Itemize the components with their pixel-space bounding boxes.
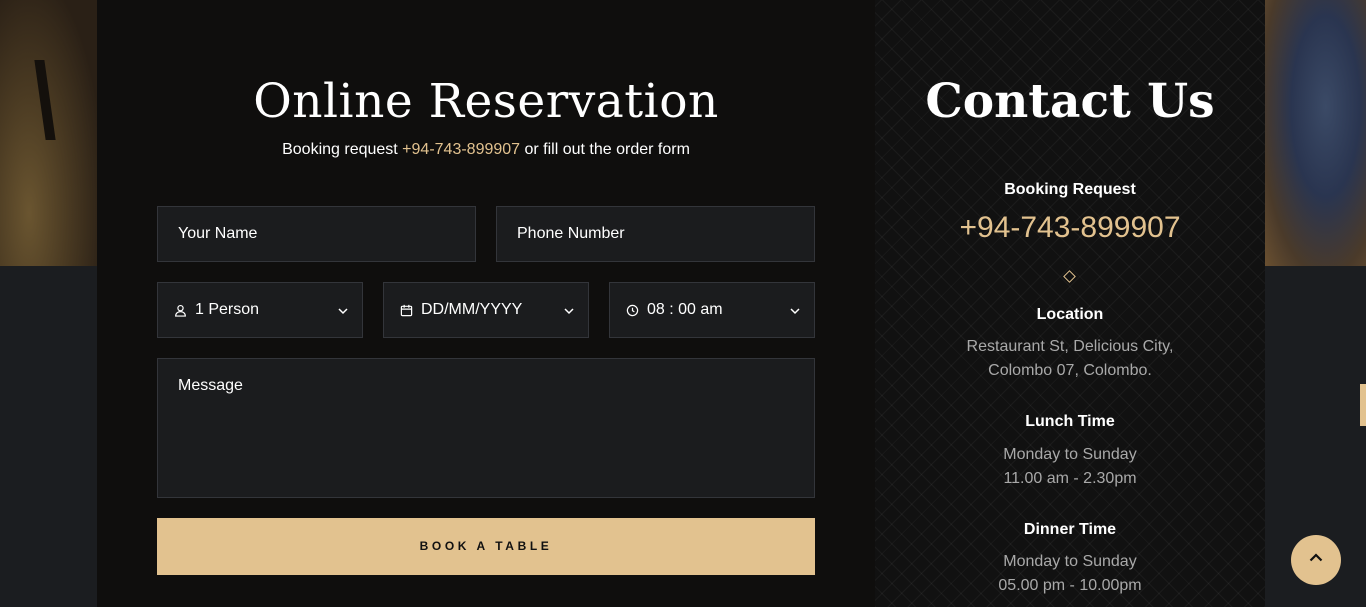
subtitle-suffix: or fill out the order form xyxy=(520,141,690,158)
booking-request-label: Booking Request xyxy=(1004,181,1136,198)
message-placeholder: Message xyxy=(178,377,243,394)
booking-phone-link[interactable]: +94-743-899907 xyxy=(875,211,1265,245)
background-photo-left xyxy=(0,0,97,266)
diamond-icon xyxy=(1063,270,1076,283)
person-select[interactable]: 1 Person xyxy=(157,282,363,338)
background-photo-right xyxy=(1265,0,1366,266)
dinner-days: Monday to Sunday xyxy=(1003,553,1137,570)
date-value: DD/MM/YYYY xyxy=(421,301,523,318)
chevron-down-icon xyxy=(788,304,802,318)
calendar-icon xyxy=(399,303,413,317)
subtitle-prefix: Booking request xyxy=(282,141,403,158)
location-label: Location xyxy=(1036,306,1104,323)
dinner-hours: 05.00 pm - 10.00pm xyxy=(998,577,1142,594)
reservation-title: Online Reservation xyxy=(253,74,719,129)
location-line2: Colombo 07, Colombo. xyxy=(988,362,1152,379)
side-tab[interactable] xyxy=(1360,384,1366,426)
name-placeholder: Your Name xyxy=(178,225,258,242)
chevron-up-icon xyxy=(1307,549,1325,571)
reservation-panel: Online Reservation Booking request +94-7… xyxy=(97,0,875,607)
clock-icon xyxy=(625,303,639,317)
time-value: 08 : 00 am xyxy=(647,301,723,318)
lunch-days: Monday to Sunday xyxy=(1003,446,1137,463)
background-table-leg xyxy=(34,60,56,140)
book-table-button[interactable]: BOOK A TABLE xyxy=(157,518,815,575)
phone-placeholder: Phone Number xyxy=(517,225,625,242)
dinner-time-label: Dinner Time xyxy=(1023,521,1117,538)
contact-panel: Contact Us Booking Request +94-743-89990… xyxy=(875,0,1265,607)
scroll-to-top-button[interactable] xyxy=(1291,535,1341,585)
subtitle-phone-link[interactable]: +94-743-899907 xyxy=(402,141,520,158)
contact-title: Contact Us xyxy=(925,74,1215,129)
name-input[interactable]: Your Name xyxy=(157,206,476,262)
chevron-down-icon xyxy=(562,304,576,318)
lunch-hours: 11.00 am - 2.30pm xyxy=(1003,470,1137,487)
location-line1: Restaurant St, Delicious City, xyxy=(966,338,1174,355)
phone-input[interactable]: Phone Number xyxy=(496,206,815,262)
chevron-down-icon xyxy=(336,304,350,318)
lunch-time-label: Lunch Time xyxy=(1025,413,1115,430)
message-textarea[interactable]: Message xyxy=(157,358,815,498)
date-select[interactable]: DD/MM/YYYY xyxy=(383,282,589,338)
person-value: 1 Person xyxy=(195,301,260,318)
time-select[interactable]: 08 : 00 am xyxy=(609,282,815,338)
user-icon xyxy=(173,303,187,317)
reservation-subtitle: Booking request +94-743-899907 or fill o… xyxy=(97,141,875,159)
